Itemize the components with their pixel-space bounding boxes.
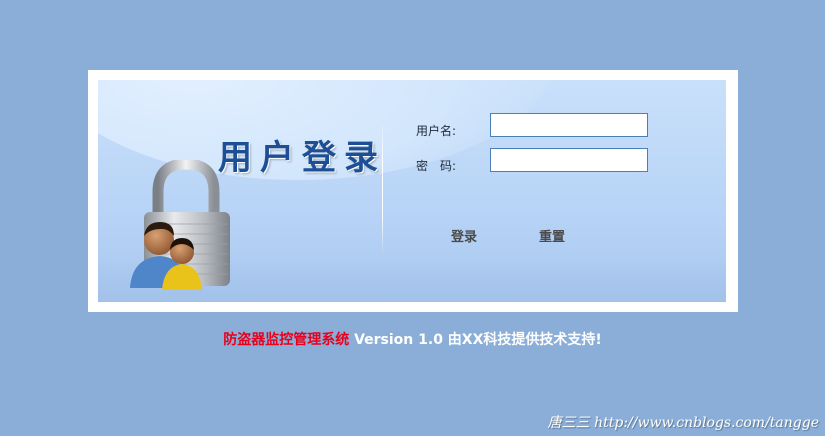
password-input[interactable] [490,148,648,172]
login-title: 用户登录 [218,138,386,178]
support-text: Version 1.0 由XX科技提供技术支持! [349,332,602,348]
login-frame: 用户登录 用户名: 密 码: 登录 重置 [88,70,738,312]
username-input[interactable] [490,113,648,137]
watermark: 唐三三 http://www.cnblogs.com/tangge [547,415,819,431]
system-name: 防盗器监控管理系统 [223,332,350,348]
reset-button[interactable]: 重置 [539,226,565,245]
password-label: 密 码: [416,159,457,173]
footer-text: 防盗器监控管理系统 Version 1.0 由XX科技提供技术支持! [0,329,825,349]
panel-divider [382,120,383,255]
padlock-users-icon [130,160,230,290]
login-button[interactable]: 登录 [451,226,477,245]
username-label: 用户名: [416,124,457,138]
login-panel: 用户登录 用户名: 密 码: 登录 重置 [98,80,726,302]
